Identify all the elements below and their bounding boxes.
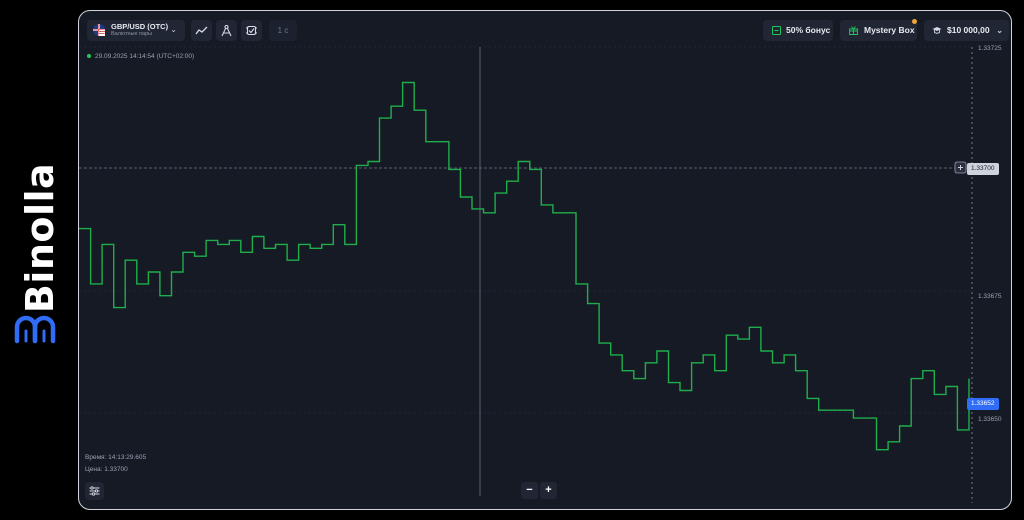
asset-name: GBP/USD (OTC) [111,22,169,31]
mystery-box-icon [849,26,858,35]
trading-terminal: GBP/USD (OTC) Валютные пары ⌄ 1 c 50% бо… [78,10,1012,510]
line-chart-icon [195,26,208,35]
chart-datetime: 29.09.2025 14:14:54 (UTC+02:00) [87,53,194,60]
notification-dot [912,19,917,24]
balance-selector[interactable]: $10 000,00 ⌄ [924,20,1009,41]
balance-amount: $10 000,00 [947,25,990,35]
timeframe-selector[interactable]: 1 c [269,20,297,41]
drawing-tools-button[interactable] [216,20,237,41]
price-axis-tick: 1.33725 [978,45,1002,52]
chevron-down-icon: ⌄ [996,26,1003,35]
bonus-label: 50% бонус [786,25,831,35]
current-price-tag: 1.33652 [967,398,999,410]
binolla-logo-icon [14,315,56,344]
crosshair-price-icon [954,161,967,174]
chart-type-button[interactable] [191,20,212,41]
price-chart[interactable] [79,11,1012,510]
gift-icon [772,26,781,35]
sliders-icon [89,486,100,496]
bonus-button[interactable]: 50% бонус [763,20,833,41]
brand-wordmark: Binolla [18,162,62,314]
live-indicator-icon [87,54,91,59]
compass-icon [221,24,232,37]
chart-settings-button[interactable] [85,482,104,500]
price-line [79,81,970,451]
crosshair-price-tag: 1.33700 [967,163,999,175]
crosshair-price: Цена: 1.33700 [85,466,128,473]
mystery-box-button[interactable]: Mystery Box [840,19,917,41]
top-toolbar: GBP/USD (OTC) Валютные пары ⌄ 1 c 50% бо… [79,11,1011,51]
zoom-out-button[interactable]: − [521,482,538,499]
price-axis-tick: 1.33650 [978,416,1002,423]
mystery-box-label: Mystery Box [864,25,915,35]
brand-panel: Binolla [0,0,78,520]
indicators-icon [246,25,257,36]
indicators-button[interactable] [241,20,262,41]
price-axis-tick: 1.33675 [978,293,1002,300]
graduation-cap-icon [932,27,942,34]
asset-category: Валютные пары [111,31,153,37]
asset-selector[interactable]: GBP/USD (OTC) Валютные пары ⌄ [87,20,185,41]
uk-us-flag-icon [93,24,105,36]
datetime-text: 29.09.2025 14:14:54 (UTC+02:00) [95,53,195,60]
crosshair-time: Время: 14:13:29.605 [85,454,147,461]
chart-grid [79,46,972,501]
chevron-down-icon: ⌄ [170,25,177,34]
zoom-in-button[interactable]: + [540,482,557,499]
